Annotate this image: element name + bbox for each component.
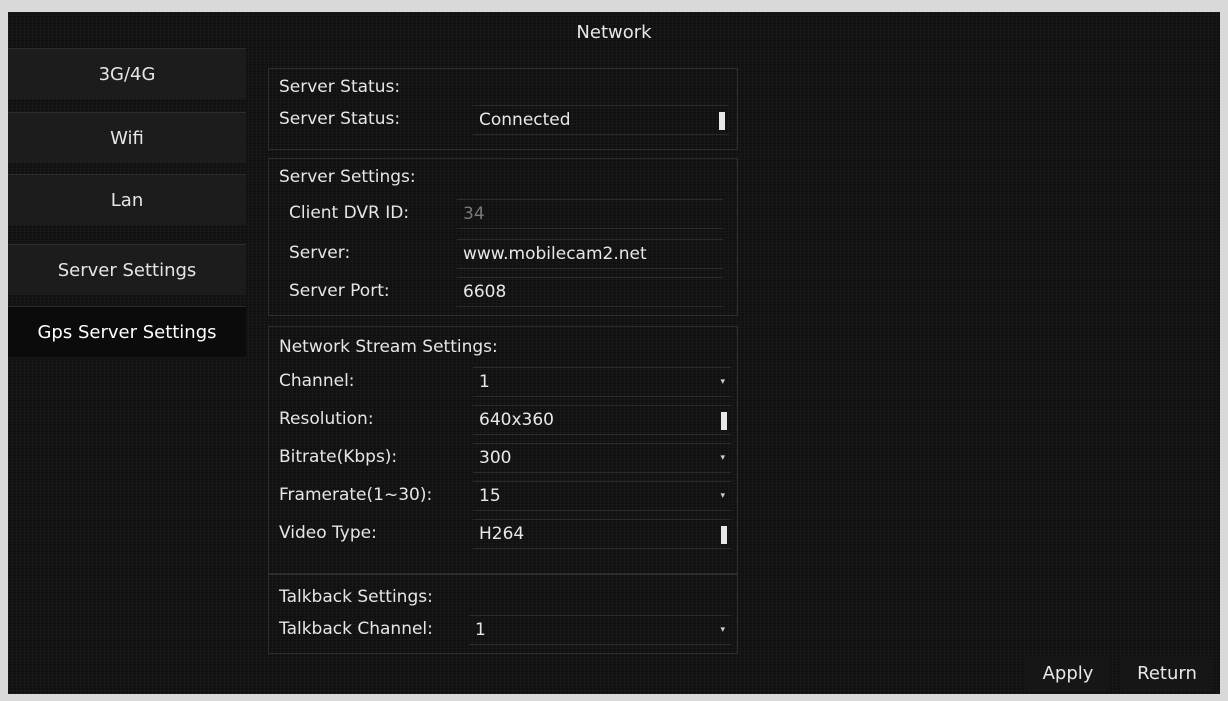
server-label: Server: xyxy=(289,243,351,263)
tab-lan[interactable]: Lan xyxy=(8,174,246,225)
group-label: Server Status: xyxy=(279,77,401,97)
tab-label: Server Settings xyxy=(57,259,197,281)
client-dvr-id-value: 34 xyxy=(463,204,485,224)
tab-3g-4g[interactable]: 3G/4G xyxy=(8,48,246,99)
server-port-value: 6608 xyxy=(463,282,507,302)
server-settings-group: Server Settings: Client DVR ID: 34 Serve… xyxy=(268,158,738,316)
server-address-input[interactable]: www.mobilecam2.net xyxy=(457,239,723,269)
apply-button[interactable]: Apply xyxy=(1026,656,1110,690)
talkback-channel-select[interactable]: 1 ▾ xyxy=(469,615,731,645)
tab-gps-server-settings[interactable]: Gps Server Settings xyxy=(8,306,246,357)
tab-label: 3G/4G xyxy=(98,63,156,85)
talkback-channel-value: 1 xyxy=(475,620,486,640)
server-port-input[interactable]: 6608 xyxy=(457,277,723,307)
video-type-label: Video Type: xyxy=(279,523,377,543)
video-type-select[interactable]: H264 xyxy=(473,519,731,549)
framerate-select[interactable]: 15 ▾ xyxy=(473,481,731,511)
dropdown-arrow-icon: ▾ xyxy=(720,453,725,463)
tab-wifi[interactable]: Wifi xyxy=(8,112,246,163)
talkback-channel-label: Talkback Channel: xyxy=(279,619,433,639)
tab-label: Wifi xyxy=(110,127,144,149)
client-dvr-id-field: 34 xyxy=(457,199,723,229)
resolution-value: 640x360 xyxy=(479,410,554,430)
group-label: Talkback Settings: xyxy=(279,587,433,607)
channel-select[interactable]: 1 ▾ xyxy=(473,367,731,397)
scroll-indicator-icon xyxy=(721,412,727,430)
dropdown-arrow-icon: ▾ xyxy=(720,377,725,387)
server-port-label: Server Port: xyxy=(289,281,390,301)
server-status-field[interactable]: Connected xyxy=(473,105,729,135)
server-address-value: www.mobilecam2.net xyxy=(463,244,647,264)
tab-server-settings[interactable]: Server Settings xyxy=(8,244,246,295)
video-type-value: H264 xyxy=(479,524,525,544)
framerate-value: 15 xyxy=(479,486,501,506)
network-stream-group: Network Stream Settings: Channel: 1 ▾ Re… xyxy=(268,326,738,574)
tab-label: Gps Server Settings xyxy=(37,321,217,343)
server-status-label: Server Status: xyxy=(279,109,401,129)
channel-value: 1 xyxy=(479,372,490,392)
group-label: Network Stream Settings: xyxy=(279,337,498,357)
resolution-label: Resolution: xyxy=(279,409,374,429)
bitrate-select[interactable]: 300 ▾ xyxy=(473,443,731,473)
tab-label: Lan xyxy=(110,189,144,211)
bitrate-label: Bitrate(Kbps): xyxy=(279,447,398,467)
window-title: Network xyxy=(576,22,652,43)
dvr-screen: Network 3G/4G Wifi Lan Server Settings G… xyxy=(8,12,1220,694)
scroll-indicator-icon xyxy=(721,526,727,544)
dropdown-arrow-icon: ▾ xyxy=(720,491,725,501)
dropdown-arrow-icon: ▾ xyxy=(720,625,725,635)
bitrate-value: 300 xyxy=(479,448,512,468)
resolution-select[interactable]: 640x360 xyxy=(473,405,731,435)
channel-label: Channel: xyxy=(279,371,355,391)
framerate-label: Framerate(1~30): xyxy=(279,485,433,505)
scroll-indicator-icon xyxy=(719,112,725,130)
talkback-group: Talkback Settings: Talkback Channel: 1 ▾ xyxy=(268,574,738,654)
group-label: Server Settings: xyxy=(279,167,416,187)
server-status-value: Connected xyxy=(479,110,571,130)
server-status-group: Server Status: Server Status: Connected xyxy=(268,68,738,150)
client-dvr-id-label: Client DVR ID: xyxy=(289,203,410,223)
return-button[interactable]: Return xyxy=(1122,656,1212,690)
